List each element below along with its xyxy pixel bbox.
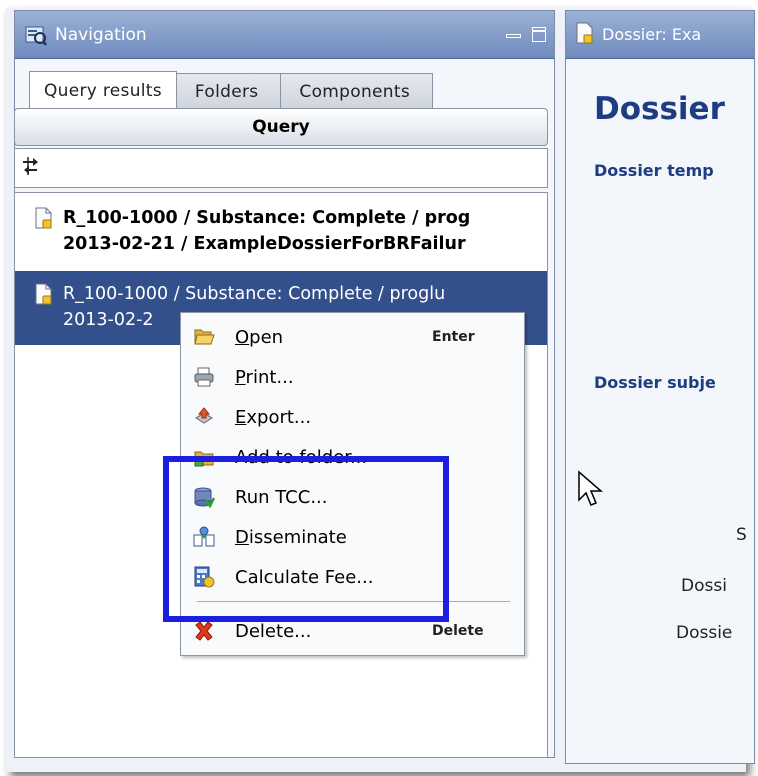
dossier-tab-title: Dossier: Exa bbox=[602, 25, 702, 44]
tab-query-results[interactable]: Query results bbox=[29, 71, 177, 109]
delete-icon bbox=[193, 620, 215, 642]
navigation-icon bbox=[25, 24, 47, 46]
result-line-1: R_100-1000 / Substance: Complete / prog bbox=[63, 208, 471, 228]
navigation-tabs: Query results Folders Components bbox=[29, 71, 433, 109]
menu-shortcut: Delete bbox=[432, 623, 484, 639]
dossier-document-icon bbox=[35, 283, 53, 305]
filter-bar[interactable] bbox=[14, 148, 548, 188]
folder-open-icon bbox=[193, 326, 215, 348]
menu-item-export[interactable]: Export... bbox=[181, 397, 524, 437]
field-s-label: S bbox=[736, 525, 747, 545]
export-icon bbox=[193, 406, 215, 428]
dossier-heading: Dossier bbox=[594, 91, 725, 127]
navigation-title-bar: Navigation bbox=[15, 11, 554, 59]
result-item[interactable]: R_100-1000 / Substance: Complete / prog … bbox=[15, 195, 547, 269]
filter-icon[interactable] bbox=[21, 156, 41, 180]
minimize-button[interactable] bbox=[504, 26, 522, 44]
maximize-button[interactable] bbox=[532, 27, 546, 42]
menu-label: pen bbox=[249, 326, 284, 348]
dossier-tab[interactable]: Dossier: Exa bbox=[566, 11, 754, 59]
printer-icon bbox=[193, 366, 215, 388]
result-line-1: R_100-1000 / Substance: Complete / progl… bbox=[63, 284, 446, 304]
dossier-subject-label: Dossier subje bbox=[594, 373, 716, 392]
menu-label: Delete... bbox=[235, 620, 312, 642]
menu-shortcut: Enter bbox=[432, 329, 475, 345]
menu-label-mnemonic: O bbox=[235, 326, 250, 348]
dossier-panel: Dossier: Exa Dossier Dossier temp Dossie… bbox=[565, 10, 755, 764]
navigation-title: Navigation bbox=[55, 24, 147, 45]
menu-item-print[interactable]: Print... bbox=[181, 357, 524, 397]
menu-label: xport... bbox=[246, 406, 312, 428]
dossier-template-label: Dossier temp bbox=[594, 161, 714, 180]
dossier-document-icon bbox=[35, 207, 53, 229]
tab-components[interactable]: Components bbox=[280, 73, 433, 109]
result-line-2: 2013-02-21 / ExampleDossierForBRFailur bbox=[63, 234, 466, 254]
tab-folders[interactable]: Folders bbox=[175, 73, 282, 109]
field-dossi-label: Dossi bbox=[681, 576, 727, 596]
query-button[interactable]: Query bbox=[14, 108, 548, 146]
menu-label-mnemonic: E bbox=[235, 406, 247, 428]
mouse-cursor-icon bbox=[577, 470, 607, 510]
dossier-document-icon bbox=[576, 22, 594, 48]
menu-item-open[interactable]: Open Enter bbox=[181, 317, 524, 357]
field-dossie-label: Dossie bbox=[676, 623, 733, 643]
highlight-frame bbox=[163, 456, 449, 622]
menu-label: rint... bbox=[245, 366, 294, 388]
menu-label-mnemonic: P bbox=[235, 366, 246, 388]
